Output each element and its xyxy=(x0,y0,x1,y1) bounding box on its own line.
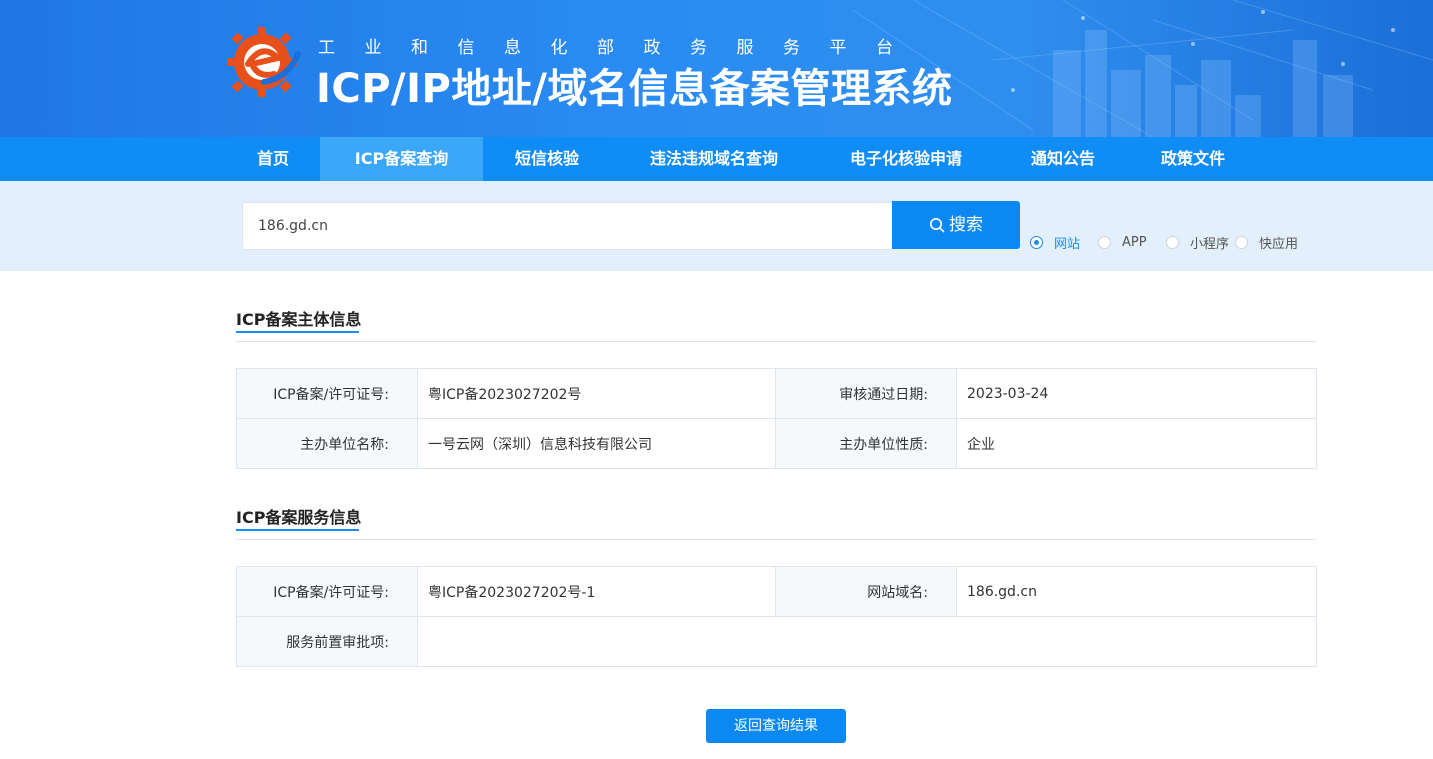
radio-label: APP xyxy=(1122,234,1147,250)
page-header: 工业和信息化部政务服务平台 ICP/IP地址/域名信息备案管理系统 xyxy=(0,0,1433,137)
domain-value: 186.gd.cn xyxy=(956,566,1317,617)
domain-label: 网站域名: xyxy=(775,566,957,617)
service-license-label: ICP备案/许可证号: xyxy=(236,566,418,617)
subject-title-underline xyxy=(236,331,359,333)
organizer-name-label: 主办单位名称: xyxy=(236,418,418,469)
section-divider xyxy=(236,539,1316,540)
table-row: ICP备案/许可证号: 粤ICP备2023027202号 审核通过日期: 202… xyxy=(236,368,1317,419)
license-label: ICP备案/许可证号: xyxy=(236,368,418,419)
nav-item-icp-query[interactable]: ICP备案查询 xyxy=(320,137,483,181)
service-license-value: 粤ICP备2023027202号-1 xyxy=(417,566,776,617)
section-divider xyxy=(236,341,1316,342)
table-row: 主办单位名称: 一号云网（深圳）信息科技有限公司 主办单位性质: 企业 xyxy=(236,418,1317,469)
radio-dot xyxy=(1098,235,1111,249)
service-info-table: ICP备案/许可证号: 粤ICP备2023027202号-1 网站域名: 186… xyxy=(236,566,1317,667)
subject-section-title: ICP备案主体信息 xyxy=(236,310,362,329)
subject-info-table: ICP备案/许可证号: 粤ICP备2023027202号 审核通过日期: 202… xyxy=(236,368,1317,469)
main-nav: 首页 ICP备案查询 短信核验 违法违规域名查询 电子化核验申请 通知公告 政策… xyxy=(0,137,1433,181)
nav-item-e-verify-apply[interactable]: 电子化核验申请 xyxy=(830,137,982,181)
service-title-underline xyxy=(236,529,359,531)
search-button[interactable]: 搜索 xyxy=(892,201,1020,249)
nav-item-notices[interactable]: 通知公告 xyxy=(1012,137,1114,181)
preapproval-label: 服务前置审批项: xyxy=(236,616,418,667)
license-value: 粤ICP备2023027202号 xyxy=(417,368,776,419)
radio-dot xyxy=(1030,235,1043,249)
type-radio-quick-app[interactable]: 快应用 xyxy=(1235,234,1299,252)
org-name: 工业和信息化部政务服务平台 xyxy=(318,38,923,58)
search-input[interactable]: 186.gd.cn xyxy=(242,202,892,250)
radio-dot xyxy=(1235,235,1248,249)
approval-date-label: 审核通过日期: xyxy=(775,368,957,419)
back-to-results-button[interactable]: 返回查询结果 xyxy=(706,709,846,743)
nav-item-sms-verify[interactable]: 短信核验 xyxy=(498,137,596,181)
search-icon xyxy=(930,218,945,233)
miit-gear-logo-icon xyxy=(227,27,301,97)
service-section-title: ICP备案服务信息 xyxy=(236,508,362,527)
search-band: 186.gd.cn 搜索 网站 APP 小程序 快应用 xyxy=(0,181,1433,271)
table-row: 服务前置审批项: xyxy=(236,616,1317,667)
type-radio-mini-program[interactable]: 小程序 xyxy=(1166,234,1230,252)
system-title: ICP/IP地址/域名信息备案管理系统 xyxy=(316,66,953,112)
type-radio-website[interactable]: 网站 xyxy=(1030,234,1081,252)
approval-date-value: 2023-03-24 xyxy=(956,368,1317,419)
nav-item-policy-docs[interactable]: 政策文件 xyxy=(1142,137,1244,181)
radio-dot xyxy=(1166,235,1179,249)
organizer-type-label: 主办单位性质: xyxy=(775,418,957,469)
organizer-type-value: 企业 xyxy=(956,418,1317,469)
nav-item-home[interactable]: 首页 xyxy=(238,137,308,181)
search-button-label: 搜索 xyxy=(949,215,983,235)
preapproval-value xyxy=(417,616,1317,667)
organizer-name-value: 一号云网（深圳）信息科技有限公司 xyxy=(417,418,776,469)
radio-label: 小程序 xyxy=(1190,236,1230,252)
type-radio-app[interactable]: APP xyxy=(1098,234,1147,250)
nav-item-illegal-domain-query[interactable]: 违法违规域名查询 xyxy=(626,137,802,181)
table-row: ICP备案/许可证号: 粤ICP备2023027202号-1 网站域名: 186… xyxy=(236,566,1317,617)
radio-label: 网站 xyxy=(1054,236,1081,252)
radio-label: 快应用 xyxy=(1259,236,1299,252)
